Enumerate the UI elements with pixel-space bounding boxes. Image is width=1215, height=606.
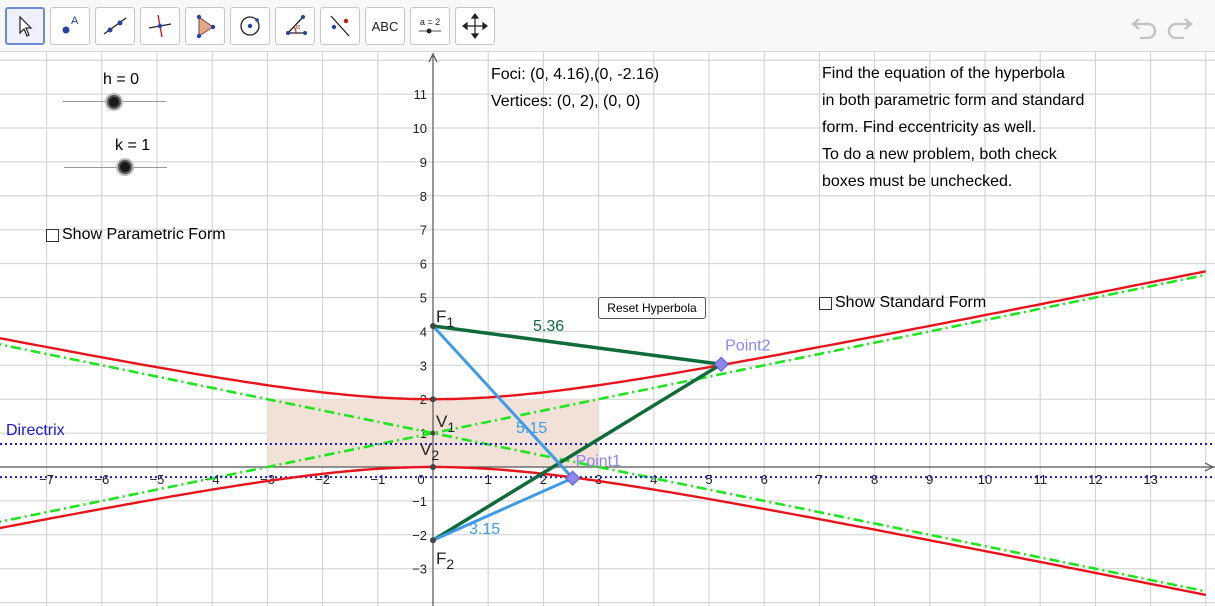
instructions-line-5: boxes must be unchecked. bbox=[822, 173, 1013, 190]
redo-button[interactable] bbox=[1164, 12, 1196, 40]
distance-f1-point1-label: 5.15 bbox=[516, 420, 547, 437]
reflect-about-line-icon bbox=[330, 15, 350, 37]
y-tick-label: 6 bbox=[420, 257, 427, 272]
undo-button[interactable] bbox=[1128, 12, 1160, 40]
segment-f2-point1 bbox=[432, 476, 574, 542]
point-icon: A bbox=[62, 15, 79, 34]
y-tick-label: 3 bbox=[420, 358, 427, 373]
circle-center-point-icon bbox=[240, 16, 260, 36]
directrix-label: Directrix bbox=[6, 422, 65, 439]
svg-text:A: A bbox=[71, 15, 79, 27]
slider-k-knob[interactable] bbox=[118, 160, 132, 174]
text-tool-button[interactable]: ABC bbox=[365, 7, 405, 45]
y-tick-label: 11 bbox=[414, 87, 428, 102]
y-tick-label: −3 bbox=[412, 562, 427, 577]
y-tick-label: −1 bbox=[412, 494, 427, 509]
undo-icon bbox=[1131, 18, 1157, 39]
checkbox-label: Show Standard Form bbox=[835, 294, 987, 311]
hyperbola-upper-branch bbox=[0, 270, 1207, 401]
checkbox-show-standard[interactable]: Show Standard Form bbox=[819, 294, 986, 312]
move-graphics-view-icon bbox=[462, 13, 488, 39]
move-tool-button[interactable] bbox=[5, 7, 45, 45]
point2-label: Point2 bbox=[725, 337, 770, 354]
x-tick-label: 6 bbox=[761, 472, 768, 487]
x-tick-label: 1 bbox=[485, 472, 492, 487]
instructions-line-1: Find the equation of the hyperbola bbox=[822, 65, 1065, 82]
foci-text: Foci: (0, 4.16),(0, -2.16) bbox=[491, 66, 660, 83]
polygon-tool-button[interactable] bbox=[185, 7, 225, 45]
polygon-icon bbox=[196, 14, 216, 39]
reset-hyperbola-button[interactable]: Reset Hyperbola bbox=[598, 297, 706, 319]
checkbox-show-parametric[interactable]: Show Parametric Form bbox=[46, 226, 226, 244]
perpendicular-line-icon bbox=[148, 14, 172, 38]
y-tick-label: 7 bbox=[420, 223, 427, 238]
line-tool-button[interactable] bbox=[95, 7, 135, 45]
slider-icon: a = 2 bbox=[417, 17, 443, 35]
text-icon: ABC bbox=[371, 18, 399, 34]
instructions-line-3: form. Find eccentricity as well. bbox=[822, 119, 1037, 136]
y-tick-label: −2 bbox=[412, 528, 427, 543]
instructions-line-2: in both parametric form and standard bbox=[822, 92, 1085, 109]
x-tick-label: 0 bbox=[417, 472, 424, 487]
x-tick-label: 11 bbox=[1033, 472, 1047, 487]
slider-h-knob[interactable] bbox=[107, 95, 121, 109]
center-point bbox=[430, 430, 436, 436]
circle-tool-button[interactable] bbox=[230, 7, 270, 45]
checkbox-label: Show Parametric Form bbox=[62, 226, 226, 243]
x-tick-label: 13 bbox=[1143, 472, 1157, 487]
x-tick-label: −7 bbox=[39, 472, 54, 487]
perpendicular-tool-button[interactable] bbox=[140, 7, 180, 45]
x-tick-label: 9 bbox=[926, 472, 933, 487]
reflect-tool-button[interactable] bbox=[320, 7, 360, 45]
point-tool-button[interactable]: A bbox=[50, 7, 90, 45]
point1-label: Point1 bbox=[576, 453, 621, 470]
x-tick-label: 5 bbox=[705, 472, 712, 487]
checkbox-box[interactable] bbox=[819, 296, 832, 310]
x-tick-label: −6 bbox=[94, 472, 109, 487]
vertices-text: Vertices: (0, 2), (0, 0) bbox=[491, 93, 641, 110]
y-tick-label: 5 bbox=[420, 291, 427, 306]
angle-icon: α bbox=[286, 15, 307, 35]
x-tick-label: 7 bbox=[816, 472, 823, 487]
angle-tool-button[interactable]: α bbox=[275, 7, 315, 45]
line-through-points-icon bbox=[103, 17, 127, 35]
slider-icon-label: a = 2 bbox=[419, 17, 441, 27]
redo-icon bbox=[1167, 18, 1193, 39]
arrow-pointer-icon bbox=[19, 15, 33, 37]
move-graphics-tool-button[interactable] bbox=[455, 7, 495, 45]
v1-point bbox=[430, 396, 436, 403]
f2-point bbox=[430, 537, 436, 544]
x-tick-label: −5 bbox=[150, 472, 165, 487]
checkbox-box[interactable] bbox=[46, 228, 59, 242]
x-tick-label: 10 bbox=[978, 472, 992, 487]
y-tick-label: 4 bbox=[420, 324, 427, 339]
distance-f2-point1-label: 3.15 bbox=[469, 521, 500, 538]
x-tick-label: −1 bbox=[370, 472, 385, 487]
distance-f1-point2-label: 5.36 bbox=[533, 318, 564, 335]
slider-h-label: h = 0 bbox=[103, 71, 140, 88]
slider-tool-button[interactable]: a = 2 bbox=[410, 7, 450, 45]
y-tick-label: 8 bbox=[420, 189, 427, 204]
slider-k-label: k = 1 bbox=[115, 137, 151, 154]
x-tick-label: 4 bbox=[650, 472, 657, 487]
y-tick-label: 9 bbox=[420, 155, 427, 170]
x-tick-label: 12 bbox=[1088, 472, 1102, 487]
slider-k-track[interactable] bbox=[64, 167, 167, 168]
x-tick-label: 8 bbox=[871, 472, 878, 487]
v2-point bbox=[430, 464, 436, 470]
toolbar: A α ABC a = 2 bbox=[0, 0, 1215, 52]
y-tick-label: 10 bbox=[413, 121, 427, 136]
instructions-line-4: To do a new problem, both check bbox=[822, 146, 1057, 163]
hyperbola-lower-branch bbox=[0, 465, 1207, 597]
svg-text:α: α bbox=[296, 24, 300, 31]
